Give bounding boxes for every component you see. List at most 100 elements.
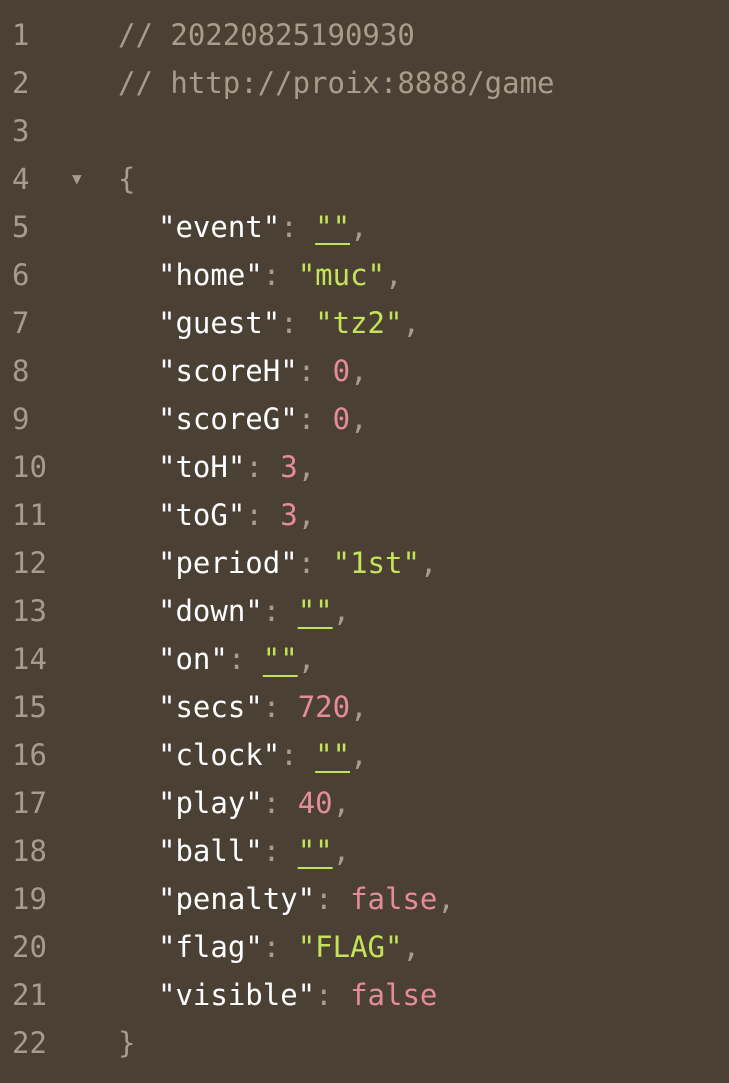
- comma: ,: [332, 834, 351, 868]
- json-key: "visible": [158, 978, 316, 1012]
- comma: ,: [385, 258, 403, 292]
- line-number: 21: [12, 978, 47, 1012]
- comma: ,: [297, 498, 316, 532]
- code-line: 13 "down": "",: [0, 587, 729, 635]
- json-value-string: "": [315, 738, 351, 772]
- colon: :: [280, 210, 316, 244]
- line-number: 11: [12, 498, 47, 532]
- comma: ,: [350, 738, 368, 772]
- code-line: 11 "toG": 3,: [0, 491, 729, 539]
- colon: :: [262, 930, 298, 964]
- comma: ,: [402, 306, 420, 340]
- comma: ,: [332, 594, 351, 628]
- line-number: 10: [12, 450, 47, 484]
- code-line: 5 "event": "",: [0, 203, 729, 251]
- colon: :: [262, 258, 298, 292]
- json-key: "flag": [158, 930, 263, 964]
- json-value-boolean: false: [350, 978, 438, 1012]
- line-number: 6: [12, 258, 30, 292]
- json-value-number: 0: [332, 354, 351, 388]
- line-number: 5: [12, 210, 30, 244]
- colon: :: [262, 690, 298, 724]
- code-line: 19 "penalty": false,: [0, 875, 729, 923]
- json-value-string: "tz2": [315, 306, 403, 340]
- comma: ,: [437, 882, 455, 916]
- colon: :: [315, 978, 351, 1012]
- code-line: 20 "flag": "FLAG",: [0, 923, 729, 971]
- json-value-number: 720: [297, 690, 351, 724]
- json-key: "guest": [158, 306, 281, 340]
- json-key: "down": [158, 594, 263, 628]
- colon: :: [297, 402, 333, 436]
- colon: :: [280, 306, 316, 340]
- code-line: 7 "guest": "tz2",: [0, 299, 729, 347]
- fold-toggle-icon[interactable]: ▼: [72, 155, 82, 203]
- code-line: 18 "ball": "",: [0, 827, 729, 875]
- json-value-string: "": [262, 642, 298, 676]
- line-number: 22: [12, 1026, 47, 1060]
- json-value-number: 3: [280, 498, 298, 532]
- line-number: 12: [12, 546, 47, 580]
- comment-url: // http://proix:8888/game: [118, 66, 555, 100]
- json-value-string: "FLAG": [297, 930, 403, 964]
- json-key: "ball": [158, 834, 263, 868]
- code-line: 12 "period": "1st",: [0, 539, 729, 587]
- code-line: 3: [0, 107, 729, 155]
- open-brace: {: [118, 162, 136, 196]
- json-viewer: 1 // 20220825190930 2 // http://proix:88…: [0, 0, 729, 1083]
- json-key: "toH": [158, 450, 246, 484]
- line-number: 2: [12, 66, 30, 100]
- code-line: 6 "home": "muc",: [0, 251, 729, 299]
- comma: ,: [350, 690, 368, 724]
- colon: :: [262, 834, 298, 868]
- comma: ,: [332, 786, 351, 820]
- json-key: "play": [158, 786, 263, 820]
- json-value-string: "": [297, 594, 333, 628]
- colon: :: [227, 642, 263, 676]
- line-number: 14: [12, 642, 47, 676]
- comma: ,: [350, 354, 368, 388]
- comma: ,: [419, 546, 438, 580]
- colon: :: [297, 354, 333, 388]
- json-key: "clock": [158, 738, 281, 772]
- line-number: 9: [12, 402, 30, 436]
- json-key: "period": [158, 546, 298, 580]
- line-number: 19: [12, 882, 47, 916]
- line-number: 17: [12, 786, 47, 820]
- comment-timestamp: // 20220825190930: [118, 18, 415, 52]
- json-key: "home": [158, 258, 263, 292]
- json-value-string: "": [297, 834, 333, 868]
- json-key: "event": [158, 210, 281, 244]
- code-line: 21 "visible": false: [0, 971, 729, 1019]
- line-number: 4: [12, 162, 30, 196]
- line-number: 15: [12, 690, 47, 724]
- line-number: 20: [12, 930, 47, 964]
- comma: ,: [350, 402, 368, 436]
- colon: :: [262, 594, 298, 628]
- colon: :: [315, 882, 351, 916]
- code-line: 8 "scoreH": 0,: [0, 347, 729, 395]
- code-line: 10 "toH": 3,: [0, 443, 729, 491]
- json-value-string: "1st": [332, 546, 420, 580]
- json-key: "scoreH": [158, 354, 298, 388]
- line-number: 8: [12, 354, 30, 388]
- code-line: 9 "scoreG": 0,: [0, 395, 729, 443]
- line-number: 7: [12, 306, 30, 340]
- comma: ,: [297, 642, 316, 676]
- json-value-string: "": [315, 210, 351, 244]
- json-value-string: "muc": [297, 258, 385, 292]
- json-key: "secs": [158, 690, 263, 724]
- line-number: 3: [12, 114, 30, 148]
- code-line: 16 "clock": "",: [0, 731, 729, 779]
- colon: :: [262, 786, 298, 820]
- comma: ,: [402, 930, 420, 964]
- code-line: 22 }: [0, 1019, 729, 1067]
- code-line: 4 ▼ {: [0, 155, 729, 203]
- line-number: 1: [12, 18, 30, 52]
- comma: ,: [297, 450, 316, 484]
- colon: :: [245, 498, 281, 532]
- code-line: 14 "on": "",: [0, 635, 729, 683]
- line-number: 18: [12, 834, 47, 868]
- json-value-boolean: false: [350, 882, 438, 916]
- line-number: 13: [12, 594, 47, 628]
